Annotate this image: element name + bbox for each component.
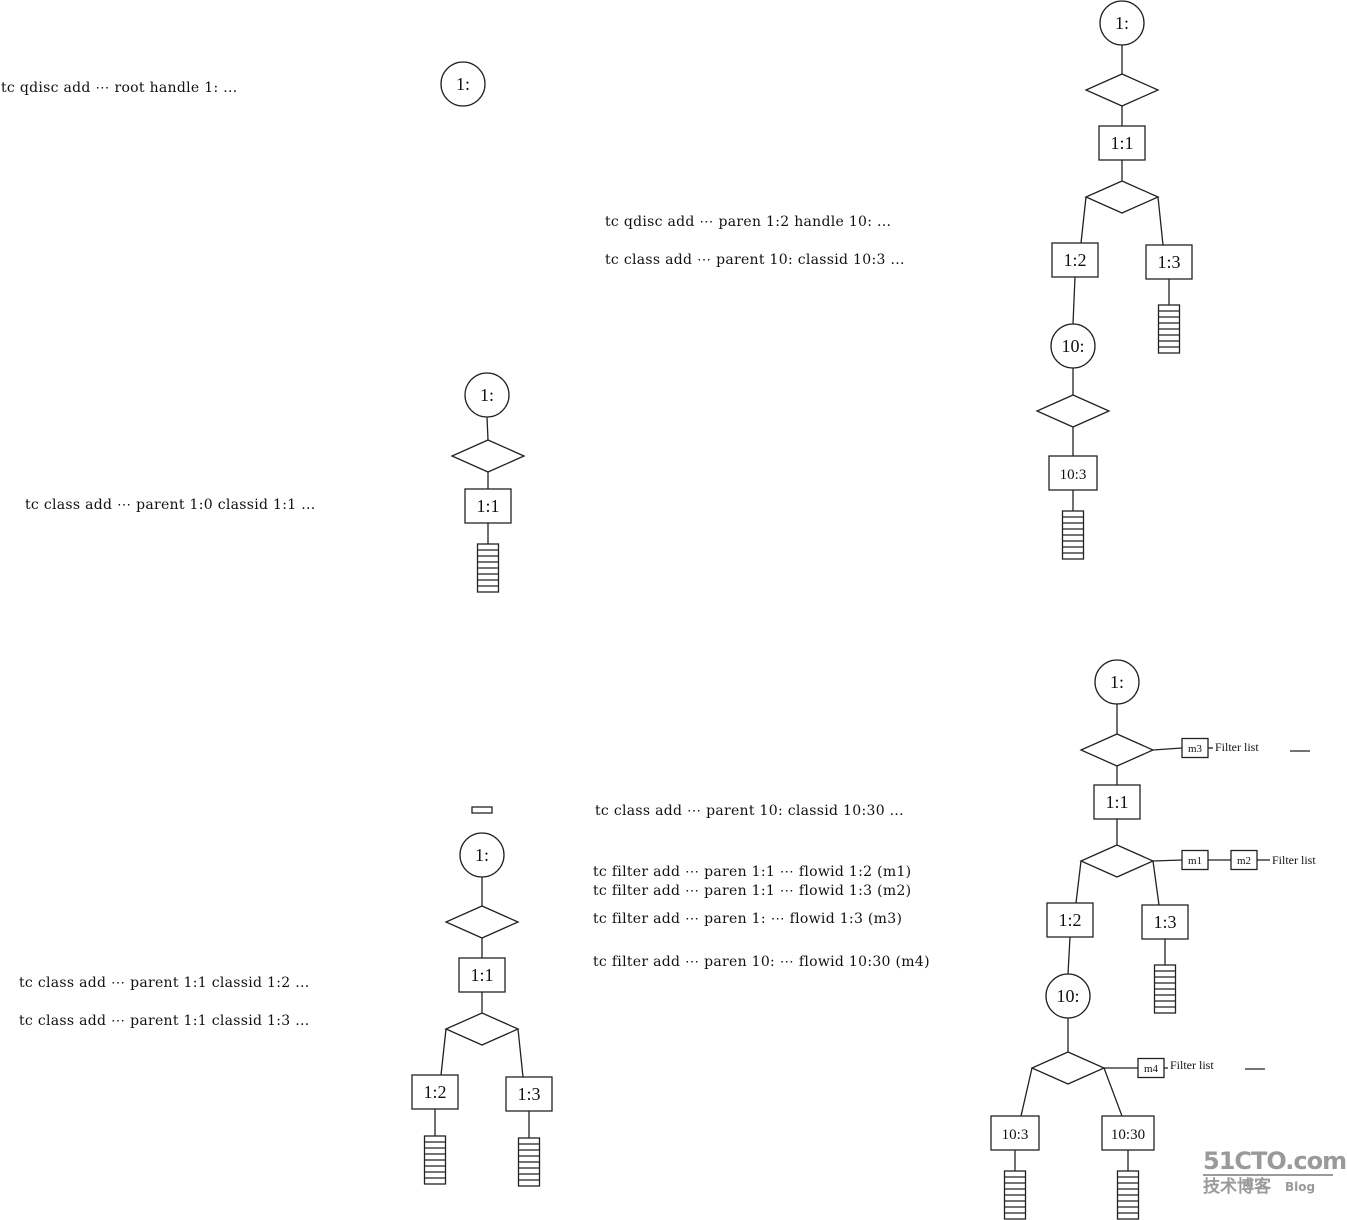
filter-list-label-m4: Filter list: [1170, 1058, 1214, 1072]
watermark-blog: Blog: [1285, 1180, 1316, 1194]
stray-small-rect: [471, 806, 493, 814]
filter-list-label-m3: Filter list: [1215, 740, 1259, 754]
edge-step3-d2-c12: [440, 1028, 447, 1076]
node-label-step2-q1: 1:: [480, 385, 494, 405]
edge-step5-d2-c12: [1075, 860, 1082, 904]
classifier-node-step2-d1: [450, 439, 526, 473]
node-label-step3-c13: 1:3: [517, 1084, 540, 1104]
node-label-step4-c12: 1:2: [1063, 250, 1086, 270]
watermark-brand: 51CTO.com: [1203, 1147, 1347, 1176]
node-label-step3-c12: 1:2: [423, 1082, 446, 1102]
edge-step5-d2-m1: [1152, 859, 1183, 862]
node-label-step5-c12: 1:2: [1058, 910, 1081, 930]
node-label-step4-q10: 10:: [1061, 336, 1084, 356]
node-label-step5-c13: 1:3: [1153, 912, 1176, 932]
edge-step5-d3-c103: [1020, 1067, 1033, 1117]
edge-step5-c12-q10: [1067, 936, 1071, 975]
classifier-node-step5-d1: [1079, 733, 1155, 767]
node-label-step3-q1: 1:: [475, 845, 489, 865]
node-label-step5-c103: 10:3: [1002, 1127, 1029, 1143]
classifier-node-step3-d2: [444, 1012, 520, 1046]
node-label-step3-c11: 1:1: [470, 965, 493, 985]
watermark-logo: 51CTO.com 技术博客 Blog: [1203, 1147, 1347, 1198]
node-label-step5-m3: m3: [1188, 743, 1203, 755]
node-label-step4-c103: 10:3: [1060, 467, 1087, 483]
classifier-node-step5-d2: [1079, 844, 1155, 878]
node-label-step4-q1: 1:: [1115, 13, 1129, 33]
watermark-subtitle: 技术博客: [1203, 1177, 1271, 1197]
edge-step3-d2-c13: [517, 1028, 524, 1078]
edge-step2-q1-d1: [486, 416, 489, 441]
node-label-step5-m4: m4: [1144, 1063, 1159, 1075]
classifier-node-step3-d1: [444, 905, 520, 939]
node-label-step2-c11: 1:1: [476, 496, 499, 516]
node-label-step5-c1030: 10:30: [1111, 1127, 1145, 1143]
classifier-node-step4-d1: [1084, 73, 1160, 107]
node-label-step5-q10: 10:: [1056, 986, 1079, 1006]
tc-hierarchy-diagrams: 1: 1: 1:1 1: 1:1 1:2 1:3 1: 1:1 1:2 1:3 10: 10:3 1: m3…: [411, 0, 1316, 1220]
node-label-step5-m2: m2: [1237, 855, 1251, 867]
classifier-node-step4-d2: [1084, 180, 1160, 214]
node-label-step1-q1: 1:: [456, 74, 470, 94]
node-label-step5-q1: 1:: [1110, 672, 1124, 692]
edge-step5-d3-c1030: [1103, 1067, 1123, 1117]
node-label-step4-c13: 1:3: [1157, 252, 1180, 272]
classifier-node-step5-d3: [1030, 1051, 1106, 1085]
filter-list-label-m2: Filter list: [1272, 853, 1316, 867]
edge-step5-d2-c13: [1152, 860, 1160, 906]
node-label-step5-c11: 1:1: [1105, 792, 1128, 812]
edge-step5-d1-m3: [1152, 747, 1183, 751]
edge-step4-c12-q10: [1072, 276, 1076, 325]
node-label-step5-m1: m1: [1188, 855, 1202, 867]
classifier-node-step4-d3: [1035, 394, 1111, 428]
edge-step4-d2-c13: [1157, 196, 1164, 246]
node-label-step4-c11: 1:1: [1110, 133, 1133, 153]
edge-step4-d2-c12: [1080, 196, 1087, 244]
